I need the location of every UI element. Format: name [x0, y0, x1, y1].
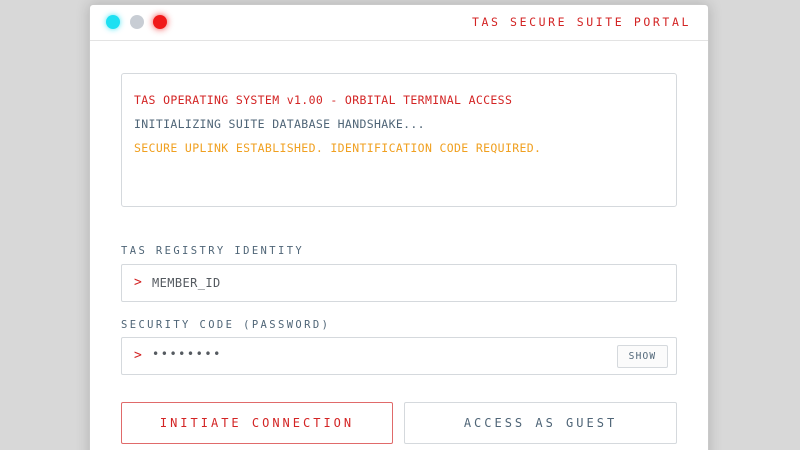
login-window: TAS SECURE SUITE PORTAL TAS OPERATING SY… [89, 4, 709, 450]
guest-access-button[interactable]: ACCESS AS GUEST [404, 402, 677, 444]
prompt-chevron-icon: > [134, 275, 142, 290]
member-id-field[interactable]: > MEMBER_ID [121, 264, 677, 302]
initiate-connection-button[interactable]: INITIATE CONNECTION [121, 402, 393, 444]
prompt-chevron-icon: > [134, 348, 142, 363]
identity-label: TAS REGISTRY IDENTITY [121, 245, 305, 257]
minimize-dot-icon[interactable] [130, 15, 144, 29]
window-title: TAS SECURE SUITE PORTAL [471, 15, 691, 29]
maximize-dot-icon[interactable] [153, 15, 167, 29]
password-label: SECURITY CODE (PASSWORD) [121, 319, 331, 331]
terminal-output: TAS OPERATING SYSTEM v1.00 - ORBITAL TER… [121, 73, 677, 207]
title-bar: TAS SECURE SUITE PORTAL [90, 5, 708, 41]
terminal-line-handshake: INITIALIZING SUITE DATABASE HANDSHAKE... [134, 117, 425, 131]
member-id-placeholder: MEMBER_ID [152, 276, 221, 290]
password-masked-value: •••••••• [152, 347, 222, 361]
show-password-button[interactable]: SHOW [617, 345, 668, 368]
password-field[interactable]: > •••••••• SHOW [121, 337, 677, 375]
close-dot-icon[interactable] [106, 15, 120, 29]
terminal-line-uplink: SECURE UPLINK ESTABLISHED. IDENTIFICATIO… [134, 141, 542, 155]
terminal-line-system: TAS OPERATING SYSTEM v1.00 - ORBITAL TER… [134, 93, 513, 107]
